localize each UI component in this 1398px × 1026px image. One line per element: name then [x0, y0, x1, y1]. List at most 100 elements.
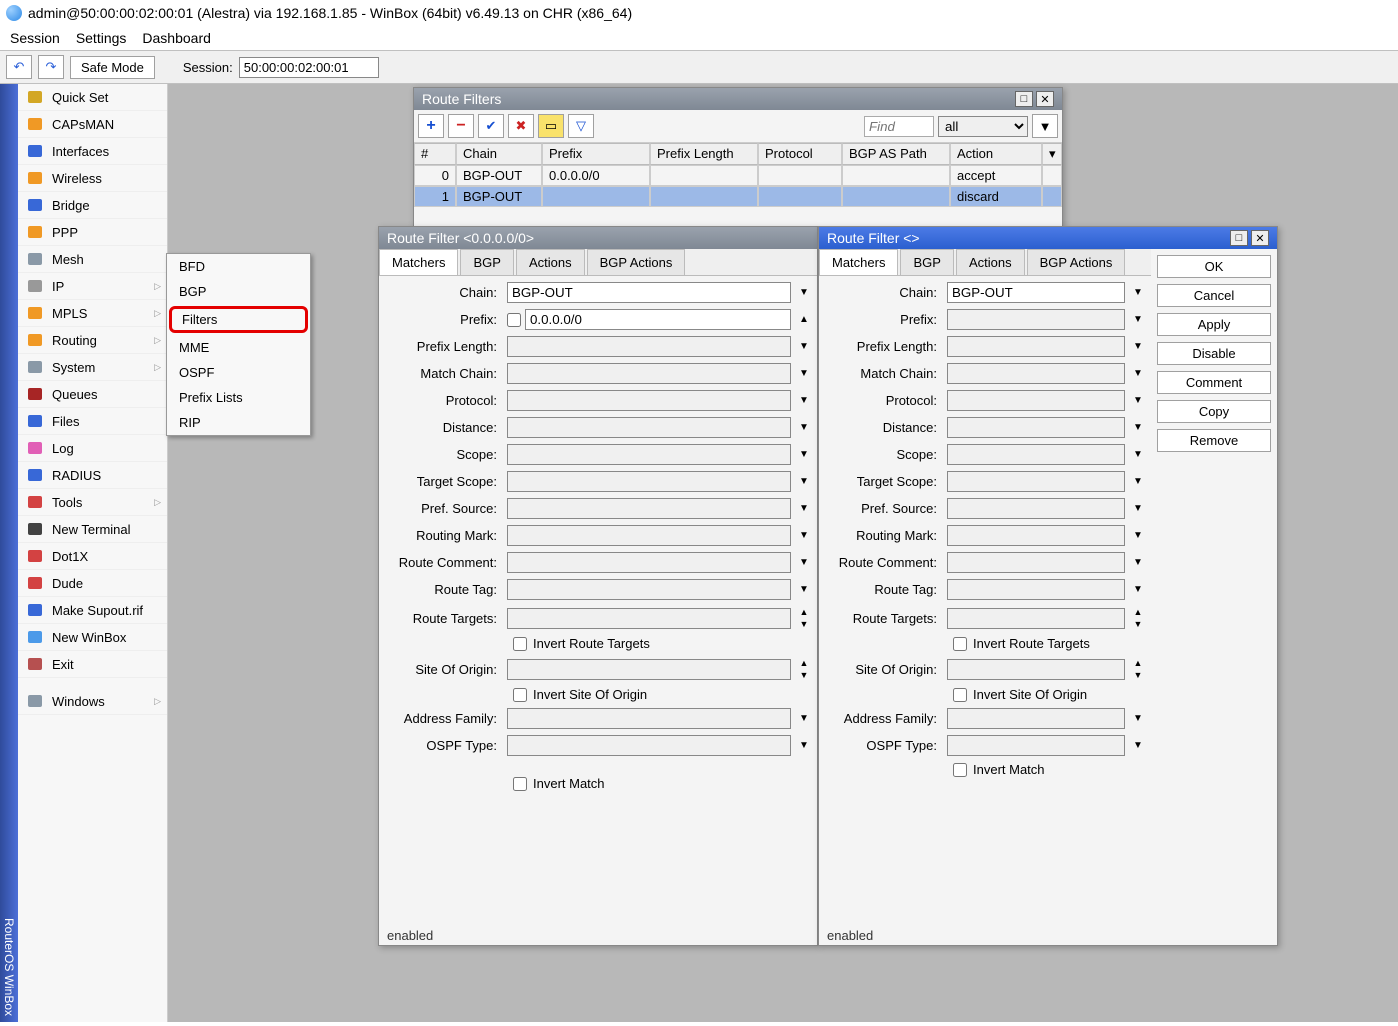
sidebar-item-routing[interactable]: Routing▷ — [18, 327, 167, 354]
prefix-checkbox[interactable] — [507, 313, 521, 327]
up-icon[interactable]: ▲ — [1129, 606, 1147, 618]
submenu-item-bfd[interactable]: BFD — [167, 254, 310, 279]
sidebar-item-new-winbox[interactable]: New WinBox — [18, 624, 167, 651]
table-row[interactable]: 1BGP-OUTdiscard — [414, 186, 1062, 207]
dialog2-titlebar[interactable]: Route Filter <> □ ✕ — [819, 227, 1277, 249]
field-input[interactable] — [525, 309, 791, 330]
chevron-down-icon[interactable]: ▼ — [795, 472, 813, 492]
col-protocol[interactable]: Protocol — [758, 143, 842, 165]
apply-button[interactable]: Apply — [1157, 313, 1271, 336]
close-icon[interactable]: ✕ — [1251, 230, 1269, 246]
sidebar-item-bridge[interactable]: Bridge — [18, 192, 167, 219]
checkbox-input[interactable] — [953, 763, 967, 777]
submenu-item-prefix-lists[interactable]: Prefix Lists — [167, 385, 310, 410]
chevron-down-icon[interactable]: ▼ — [1129, 445, 1147, 465]
col-chain[interactable]: Chain — [456, 143, 542, 165]
field-input[interactable] — [507, 608, 791, 629]
field-input[interactable] — [507, 444, 791, 465]
field-input[interactable] — [507, 498, 791, 519]
chevron-down-icon[interactable]: ▼ — [1129, 526, 1147, 546]
tab-bgp-actions[interactable]: BGP Actions — [1027, 249, 1126, 275]
field-input[interactable] — [507, 708, 791, 729]
chevron-down-icon[interactable]: ▼ — [1129, 736, 1147, 756]
close-icon[interactable]: ✕ — [1036, 91, 1054, 107]
col-action[interactable]: Action — [950, 143, 1042, 165]
remove-button[interactable]: − — [448, 114, 474, 138]
sidebar-item-dot1x[interactable]: Dot1X — [18, 543, 167, 570]
ok-button[interactable]: OK — [1157, 255, 1271, 278]
tab-bgp[interactable]: BGP — [900, 249, 953, 275]
checkbox-input[interactable] — [953, 637, 967, 651]
copy-button[interactable]: Copy — [1157, 400, 1271, 423]
field-input[interactable] — [507, 552, 791, 573]
field-input[interactable] — [947, 390, 1125, 411]
chevron-down-icon[interactable]: ▼ — [1129, 391, 1147, 411]
sidebar-item-files[interactable]: Files — [18, 408, 167, 435]
chevron-down-icon[interactable]: ▼ — [795, 337, 813, 357]
chevron-down-icon[interactable]: ▼ — [1129, 499, 1147, 519]
chevron-down-icon[interactable]: ▼ — [1129, 580, 1147, 600]
field-input[interactable] — [507, 390, 791, 411]
checkbox-input[interactable] — [513, 777, 527, 791]
maximize-icon[interactable]: □ — [1015, 91, 1033, 107]
col-prefix-length[interactable]: Prefix Length — [650, 143, 758, 165]
field-input[interactable] — [947, 336, 1125, 357]
field-input[interactable] — [507, 282, 791, 303]
sidebar-item-tools[interactable]: Tools▷ — [18, 489, 167, 516]
checkbox-input[interactable] — [953, 688, 967, 702]
down-icon[interactable]: ▼ — [1129, 669, 1147, 681]
dropdown-button[interactable]: ▼ — [1032, 114, 1058, 138]
chevron-down-icon[interactable]: ▼ — [1129, 337, 1147, 357]
field-input[interactable] — [947, 525, 1125, 546]
tab-actions[interactable]: Actions — [956, 249, 1025, 275]
field-input[interactable] — [947, 608, 1125, 629]
table-row[interactable]: 0BGP-OUT0.0.0.0/0accept — [414, 165, 1062, 186]
disable-button[interactable]: Disable — [1157, 342, 1271, 365]
down-icon[interactable]: ▼ — [795, 618, 813, 630]
submenu-item-bgp[interactable]: BGP — [167, 279, 310, 304]
field-input[interactable] — [947, 708, 1125, 729]
sidebar-item-quick-set[interactable]: Quick Set — [18, 84, 167, 111]
field-input[interactable] — [947, 579, 1125, 600]
sidebar-item-windows[interactable]: Windows▷ — [18, 688, 167, 715]
sidebar-item-mesh[interactable]: Mesh — [18, 246, 167, 273]
chevron-down-icon[interactable]: ▼ — [795, 418, 813, 438]
chevron-down-icon[interactable]: ▼ — [795, 499, 813, 519]
chevron-up-icon[interactable]: ▲ — [795, 310, 813, 330]
undo-button[interactable]: ↶ — [6, 55, 32, 79]
sidebar-item-ip[interactable]: IP▷ — [18, 273, 167, 300]
field-input[interactable] — [947, 282, 1125, 303]
safe-mode-button[interactable]: Safe Mode — [70, 56, 155, 79]
chevron-down-icon[interactable]: ▼ — [795, 445, 813, 465]
field-input[interactable] — [947, 659, 1125, 680]
field-input[interactable] — [947, 552, 1125, 573]
tab-matchers[interactable]: Matchers — [819, 249, 898, 275]
redo-button[interactable]: ↷ — [38, 55, 64, 79]
field-input[interactable] — [507, 417, 791, 438]
chevron-down-icon[interactable]: ▼ — [795, 736, 813, 756]
tab-bgp-actions[interactable]: BGP Actions — [587, 249, 686, 275]
enable-button[interactable]: ✔ — [478, 114, 504, 138]
menu-session[interactable]: Session — [10, 30, 60, 46]
sidebar-item-new-terminal[interactable]: New Terminal — [18, 516, 167, 543]
sidebar-item-exit[interactable]: Exit — [18, 651, 167, 678]
submenu-item-mme[interactable]: MME — [167, 335, 310, 360]
chevron-down-icon[interactable]: ▼ — [795, 364, 813, 384]
down-icon[interactable]: ▼ — [1129, 618, 1147, 630]
sidebar-item-radius[interactable]: RADIUS — [18, 462, 167, 489]
submenu-item-filters[interactable]: Filters — [169, 306, 308, 333]
field-input[interactable] — [947, 498, 1125, 519]
chevron-down-icon[interactable]: ▼ — [1129, 553, 1147, 573]
field-input[interactable] — [507, 579, 791, 600]
menu-settings[interactable]: Settings — [76, 30, 127, 46]
sidebar-item-capsman[interactable]: CAPsMAN — [18, 111, 167, 138]
disable-button[interactable]: ✖ — [508, 114, 534, 138]
field-input[interactable] — [507, 525, 791, 546]
session-field[interactable] — [239, 57, 379, 78]
field-input[interactable] — [947, 363, 1125, 384]
route-filters-titlebar[interactable]: Route Filters □ ✕ — [414, 88, 1062, 110]
menu-dashboard[interactable]: Dashboard — [142, 30, 211, 46]
field-input[interactable] — [947, 471, 1125, 492]
remove-button[interactable]: Remove — [1157, 429, 1271, 452]
find-input[interactable] — [864, 116, 934, 137]
